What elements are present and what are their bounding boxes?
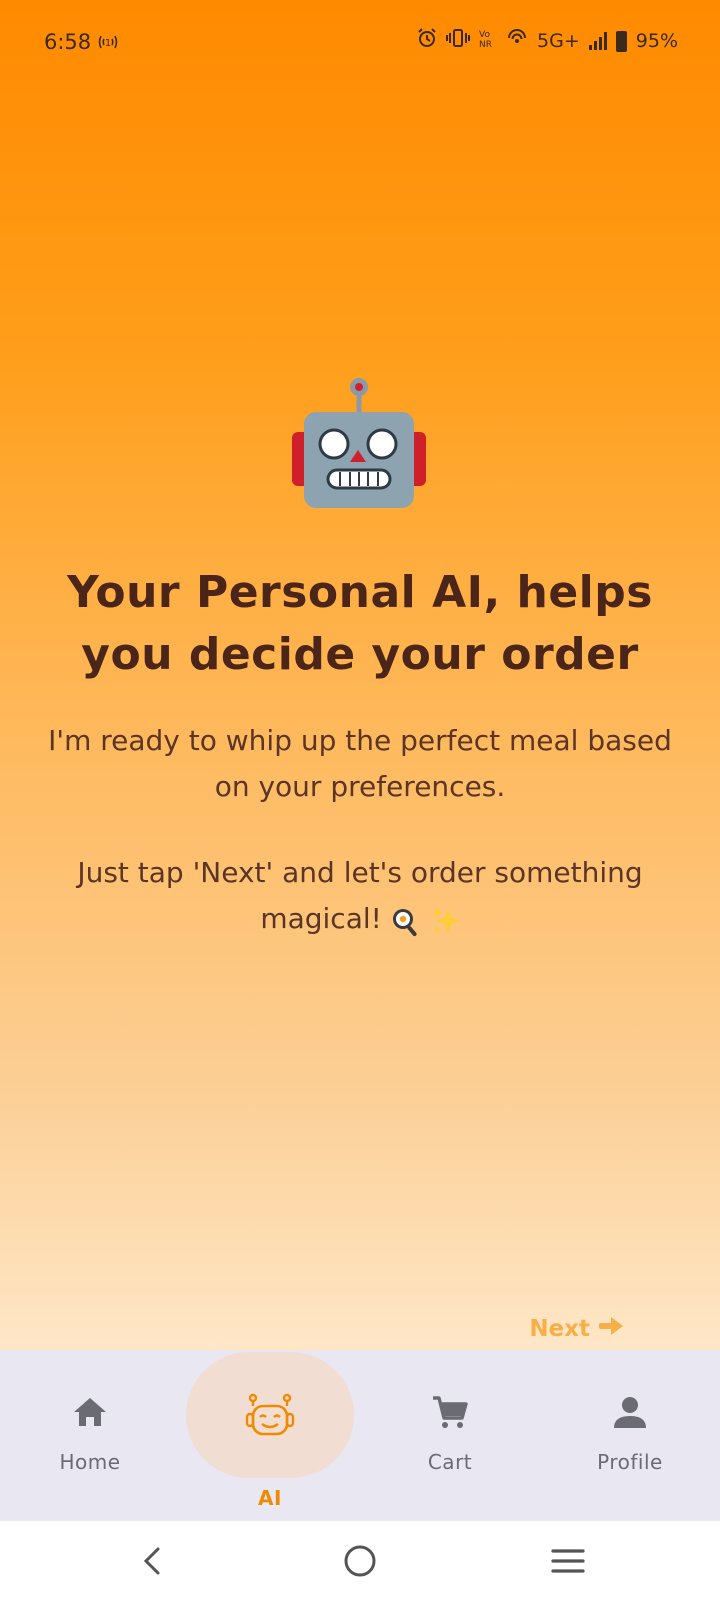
nav-profile[interactable]: Profile xyxy=(540,1350,720,1521)
status-bar: 6:58 1 Vo NR 5G+ 95% xyxy=(0,0,720,84)
svg-text:NR: NR xyxy=(479,40,492,48)
ai-bot-icon xyxy=(244,1390,296,1442)
nav-home-label: Home xyxy=(59,1450,121,1474)
hotspot-icon: 1 xyxy=(97,33,119,54)
subtext-cta-text: Just tap 'Next' and let's order somethin… xyxy=(77,856,643,935)
network-type: 5G+ xyxy=(537,30,580,52)
next-button-label: Next xyxy=(529,1316,590,1342)
signal-icon xyxy=(588,32,607,50)
vibrate-icon xyxy=(446,28,471,54)
home-circle-icon[interactable] xyxy=(340,1541,380,1581)
subtext: I'm ready to whip up the perfect meal ba… xyxy=(48,724,672,803)
nav-profile-label: Profile xyxy=(597,1450,663,1474)
alarm-icon xyxy=(417,28,437,54)
profile-icon xyxy=(610,1392,650,1432)
bottom-nav: Home AI Cart Profile xyxy=(0,1350,720,1521)
nav-home[interactable]: Home xyxy=(0,1350,180,1521)
wifi-calling-icon xyxy=(506,28,528,54)
battery-icon xyxy=(615,30,627,52)
robot-face-emoji xyxy=(292,378,426,514)
svg-text:Vo: Vo xyxy=(479,30,490,40)
nav-cart[interactable]: Cart xyxy=(360,1350,540,1521)
svg-text:1: 1 xyxy=(105,38,111,49)
next-button[interactable]: Next xyxy=(529,1316,624,1342)
sparkles-emoji xyxy=(430,905,460,935)
nav-ai[interactable]: AI xyxy=(180,1350,360,1521)
system-nav-bar xyxy=(0,1521,720,1600)
cart-icon xyxy=(430,1392,470,1432)
recents-icon[interactable] xyxy=(548,1541,588,1581)
status-time: 6:58 xyxy=(44,30,92,54)
volte-icon: Vo NR xyxy=(479,28,497,54)
status-icons: Vo NR 5G+ 95% xyxy=(417,28,678,54)
cooking-emoji xyxy=(391,905,421,937)
back-icon[interactable] xyxy=(132,1541,172,1581)
home-icon xyxy=(70,1392,110,1432)
nav-cart-label: Cart xyxy=(427,1450,473,1474)
headline: Your Personal AI, helps you decide your … xyxy=(67,567,653,680)
nav-ai-label: AI xyxy=(258,1486,282,1510)
arrow-right-icon xyxy=(598,1316,624,1342)
subtext-cta: Just tap 'Next' and let's order somethin… xyxy=(30,850,690,942)
battery-percent: 95% xyxy=(635,30,678,52)
